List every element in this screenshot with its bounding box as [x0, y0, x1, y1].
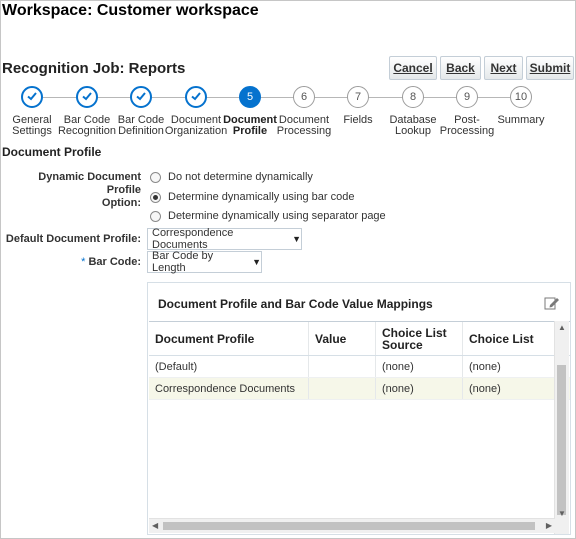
- scroll-right-icon[interactable]: ▶: [546, 521, 552, 530]
- cell-document-profile: (Default): [149, 356, 309, 377]
- train-step-number: 9: [463, 91, 471, 103]
- train-step-3-circle[interactable]: [130, 86, 152, 108]
- scroll-down-icon[interactable]: ▼: [558, 509, 566, 518]
- section-title: Document Profile: [2, 145, 102, 159]
- job-title: Recognition Job: Reports: [2, 60, 186, 77]
- radio-label: Do not determine dynamically: [168, 171, 313, 183]
- train-step-1-circle[interactable]: [21, 86, 43, 108]
- checkmark-icon: [190, 90, 202, 105]
- cell-choice-list-source: (none): [376, 356, 463, 377]
- vertical-scroll-thumb[interactable]: [557, 365, 566, 515]
- train-step-4-circle[interactable]: [185, 86, 207, 108]
- train-connector: [43, 97, 523, 98]
- required-indicator: *: [81, 256, 86, 268]
- train-step-9-circle[interactable]: 9: [456, 86, 478, 108]
- column-header-choice-list[interactable]: Choice List: [463, 322, 556, 355]
- column-header-document-profile[interactable]: Document Profile: [149, 322, 309, 355]
- train-step-2-circle[interactable]: [76, 86, 98, 108]
- checkmark-icon: [26, 90, 38, 105]
- chevron-down-icon: ▼: [252, 257, 261, 267]
- radio-button-selected[interactable]: [150, 191, 161, 203]
- back-button[interactable]: Back: [440, 56, 481, 80]
- radio-option-separator[interactable]: Determine dynamically using separator pa…: [150, 210, 386, 222]
- horizontal-scroll-thumb[interactable]: [163, 522, 535, 530]
- scroll-up-icon[interactable]: ▲: [558, 323, 566, 332]
- dynamic-option-label-line1: Dynamic Document Profile: [38, 171, 141, 196]
- default-profile-label: Default Document Profile:: [5, 233, 141, 245]
- radio-option-bar-code[interactable]: Determine dynamically using bar code: [150, 191, 354, 203]
- train-step-number: 6: [300, 91, 308, 103]
- table-row[interactable]: (Default) (none) (none): [149, 356, 570, 378]
- cancel-button[interactable]: Cancel: [389, 56, 437, 80]
- radio-label: Determine dynamically using separator pa…: [168, 210, 386, 222]
- train-step-7-circle[interactable]: 7: [347, 86, 369, 108]
- dynamic-option-label: Dynamic Document Profile Option:: [2, 171, 141, 210]
- horizontal-scrollbar[interactable]: ◀ ▶: [149, 518, 555, 533]
- dynamic-option-label-line2: Option:: [101, 197, 141, 209]
- chevron-down-icon: ▼: [292, 234, 301, 244]
- cancel-button-label: Cancel: [393, 61, 433, 75]
- table-header: Document Profile Value Choice List Sourc…: [149, 322, 570, 356]
- column-header-choice-list-source[interactable]: Choice List Source: [376, 322, 463, 355]
- back-button-label: Back: [446, 61, 475, 75]
- train-step-number: 8: [409, 91, 417, 103]
- next-button-label: Next: [490, 61, 517, 75]
- radio-label: Determine dynamically using bar code: [168, 191, 355, 203]
- bar-code-label: * Bar Code:: [2, 256, 141, 269]
- table-row[interactable]: Correspondence Documents (none) (none): [149, 378, 570, 400]
- mappings-table: Document Profile Value Choice List Sourc…: [149, 321, 570, 400]
- checkmark-icon: [81, 90, 93, 105]
- train-step-8-circle[interactable]: 8: [402, 86, 424, 108]
- cell-value[interactable]: [309, 356, 376, 377]
- train-step-10-circle[interactable]: 10: [510, 86, 532, 108]
- train-step-number: 5: [246, 91, 254, 103]
- workspace-title: Workspace: Customer workspace: [2, 2, 259, 19]
- default-profile-value: Correspondence Documents: [152, 227, 234, 251]
- cell-document-profile: Correspondence Documents: [149, 378, 309, 399]
- radio-option-none[interactable]: Do not determine dynamically: [150, 171, 313, 183]
- submit-button[interactable]: Submit: [526, 56, 574, 80]
- edit-pencil-icon[interactable]: [544, 295, 560, 311]
- cell-choice-list: (none): [463, 378, 556, 399]
- column-header-value[interactable]: Value: [309, 322, 376, 355]
- default-profile-select[interactable]: Correspondence Documents ▼: [147, 227, 302, 251]
- bar-code-label-text: Bar Code:: [88, 256, 141, 268]
- train-step-number: 7: [354, 91, 362, 103]
- train-step-6-circle[interactable]: 6: [293, 86, 315, 108]
- train-step-10-label[interactable]: Summary: [486, 115, 556, 126]
- next-button[interactable]: Next: [484, 56, 523, 80]
- cell-value[interactable]: [309, 378, 376, 399]
- bar-code-value: Bar Code by Length: [152, 250, 214, 274]
- mappings-panel: Document Profile and Bar Code Value Mapp…: [147, 282, 571, 535]
- train-step-5-circle: 5: [239, 86, 261, 108]
- vertical-scrollbar[interactable]: ▲ ▼: [554, 321, 569, 534]
- cell-choice-list-source: (none): [376, 378, 463, 399]
- mappings-panel-title: Document Profile and Bar Code Value Mapp…: [158, 297, 433, 311]
- submit-button-label: Submit: [529, 61, 571, 75]
- radio-button[interactable]: [150, 171, 161, 183]
- bar-code-select[interactable]: Bar Code by Length ▼: [147, 250, 262, 274]
- checkmark-icon: [135, 90, 147, 105]
- radio-button[interactable]: [150, 210, 161, 222]
- scroll-left-icon[interactable]: ◀: [152, 521, 158, 530]
- train-step-number: 10: [514, 91, 528, 103]
- cell-choice-list: (none): [463, 356, 556, 377]
